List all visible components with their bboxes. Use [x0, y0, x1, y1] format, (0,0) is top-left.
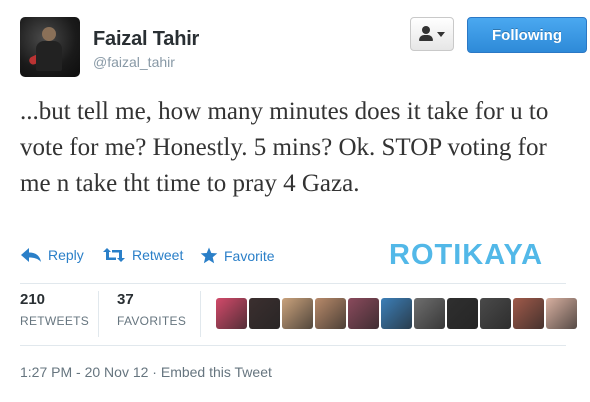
favoriter-avatar[interactable]: [447, 298, 478, 329]
reply-button[interactable]: Reply: [20, 247, 84, 263]
favorites-label: FAVORITES: [117, 314, 187, 328]
tweet-footer: 1:27 PM - 20 Nov 12 · Embed this Tweet: [20, 364, 272, 380]
favorites-stat[interactable]: 37 FAVORITES: [117, 291, 186, 328]
footer-separator: ·: [148, 364, 161, 380]
favoriter-avatar[interactable]: [348, 298, 379, 329]
person-icon: [419, 26, 433, 42]
retweet-label: Retweet: [132, 247, 184, 263]
caret-down-icon: [437, 31, 445, 37]
favorite-label: Favorite: [224, 247, 275, 264]
tweet-text: ...but tell me, how many minutes does it…: [20, 98, 549, 197]
tweet-stats: 210 RETWEETS 37 FAVORITES: [20, 291, 577, 337]
favoriter-avatar[interactable]: [381, 298, 412, 329]
favoriter-avatar[interactable]: [513, 298, 544, 329]
retweet-button[interactable]: Retweet: [102, 247, 183, 263]
favoriter-avatar[interactable]: [480, 298, 511, 329]
favorite-button[interactable]: Favorite: [200, 247, 275, 264]
user-avatar[interactable]: [20, 17, 80, 77]
favoriter-avatar[interactable]: [315, 298, 346, 329]
stats-top-divider: [20, 283, 566, 284]
rotikaya-watermark: ROTIKAYA: [389, 239, 544, 271]
user-handle[interactable]: @faizal_tahir: [93, 54, 175, 70]
retweets-label: RETWEETS: [20, 314, 90, 328]
tweet-timestamp[interactable]: 1:27 PM - 20 Nov 12: [20, 364, 148, 380]
favoriter-avatar[interactable]: [282, 298, 313, 329]
avatar-figure-head: [42, 27, 56, 41]
favoriter-avatar[interactable]: [414, 298, 445, 329]
favoriter-avatar[interactable]: [216, 298, 247, 329]
retweets-count: 210: [20, 291, 46, 308]
stats-bottom-divider: [20, 345, 566, 346]
reply-label: Reply: [48, 247, 84, 263]
retweets-stat[interactable]: 210 RETWEETS: [20, 291, 89, 328]
favorites-count: 37: [117, 291, 134, 308]
stats-separator: [200, 291, 201, 337]
avatar-figure-body: [36, 41, 62, 71]
favoriter-avatar[interactable]: [249, 298, 280, 329]
following-button[interactable]: Following: [467, 17, 587, 53]
user-actions-dropdown-button[interactable]: [410, 17, 454, 51]
favoriter-avatar[interactable]: [546, 298, 577, 329]
reply-arrow-icon: [21, 248, 41, 262]
stats-separator: [98, 291, 99, 337]
embed-tweet-link[interactable]: Embed this Tweet: [161, 364, 272, 380]
favoriters-avatar-list: [216, 298, 577, 329]
user-display-name[interactable]: Faizal Tahir: [93, 28, 199, 51]
star-icon: [200, 247, 218, 264]
tweet-header: Faizal Tahir @faizal_tahir Following: [20, 17, 587, 79]
retweet-icon: [103, 248, 125, 262]
